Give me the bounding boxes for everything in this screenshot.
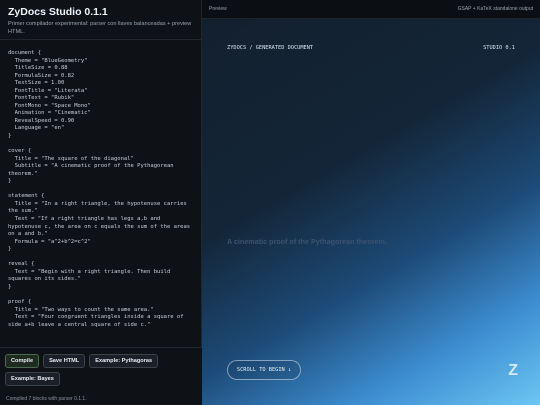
code-line: TextSize = 1.00	[8, 80, 65, 87]
code-line: reveal {	[8, 261, 35, 268]
code-line: }	[8, 246, 12, 253]
app-title: ZyDocs Studio 0.1.1	[8, 6, 108, 18]
code-line: Title = "Two ways to count the same area…	[8, 306, 154, 313]
preview-label: Preview	[209, 6, 227, 12]
code-line: cover {	[8, 148, 32, 155]
code-line: }	[8, 178, 12, 185]
stage-header-title: ZYDOCS / GENERATED DOCUMENT	[227, 45, 314, 51]
toolbar: Compile Save HTML Example: Pythagoras Ex…	[0, 347, 202, 405]
compile-button[interactable]: Compile	[5, 354, 40, 368]
code-line: FormulaSize = 0.82	[8, 72, 75, 79]
preview-panel: Preview GSAP + KaTeX standalone output Z…	[202, 0, 540, 405]
code-line: Title = "The square of the diagonal"	[8, 155, 134, 162]
code-line: FontTitle = "Literata"	[8, 87, 88, 94]
z-logo-icon: Z	[508, 362, 518, 379]
code-line: Subtitle = "A cinematic proof of the Pyt…	[8, 163, 177, 177]
stage-header: ZYDOCS / GENERATED DOCUMENT STUDIO 0.1	[227, 45, 515, 51]
example-bayes-button[interactable]: Example: Bayes	[5, 372, 60, 386]
output-label: GSAP + KaTeX standalone output	[457, 6, 533, 12]
code-line: Text = "If a right triangle has legs a,b…	[8, 216, 194, 238]
code-line: document {	[8, 50, 42, 56]
code-line: Text = "Begin with a right triangle. The…	[8, 268, 174, 283]
code-line: }	[8, 283, 12, 290]
code-line: proof {	[8, 299, 32, 306]
code-line: FontText = "Rubik"	[8, 95, 75, 102]
app-subtitle: Primer compilador experimental: parser c…	[8, 21, 192, 35]
code-line: Theme = "BlueGeometry"	[8, 57, 88, 64]
code-line: Text = "Four congruent triangles inside …	[8, 314, 187, 328]
stage-header-version: STUDIO 0.1	[483, 45, 515, 51]
code-line: Formula = "a^2+b^2=c^2"	[8, 238, 91, 245]
code-line: Title = "In a right triangle, the hypote…	[8, 200, 191, 215]
editor-panel: ZyDocs Studio 0.1.1 Primer compilador ex…	[0, 0, 202, 405]
code-line: statement {	[8, 193, 45, 200]
scroll-to-begin-button[interactable]: SCROLL TO BEGIN ↓	[227, 360, 301, 380]
code-line: Animation = "Cinematic"	[8, 110, 91, 117]
code-line: TitleSize = 0.88	[8, 65, 68, 72]
app-header: ZyDocs Studio 0.1.1 Primer compilador ex…	[0, 0, 201, 40]
preview-stage[interactable]: ZYDOCS / GENERATED DOCUMENT STUDIO 0.1 A…	[202, 19, 540, 405]
code-line: FontMono = "Space Mono"	[8, 102, 91, 109]
save-html-button[interactable]: Save HTML	[43, 354, 86, 368]
code-editor[interactable]: document { Theme = "BlueGeometry" TitleS…	[0, 46, 202, 346]
example-pythagoras-button[interactable]: Example: Pythagoras	[89, 354, 159, 368]
status-text: Compiled 7 blocks with parser 0.1.1.	[6, 396, 87, 402]
code-line: }	[8, 133, 12, 140]
code-line: Language = "en"	[8, 125, 65, 132]
code-line: RevealSpeed = 0.90	[8, 117, 75, 124]
cover-subtitle: A cinematic proof of the Pythagorean the…	[227, 237, 387, 246]
preview-bar: Preview GSAP + KaTeX standalone output	[202, 0, 540, 19]
app-window: ZyDocs Studio 0.1.1 Primer compilador ex…	[0, 0, 540, 405]
